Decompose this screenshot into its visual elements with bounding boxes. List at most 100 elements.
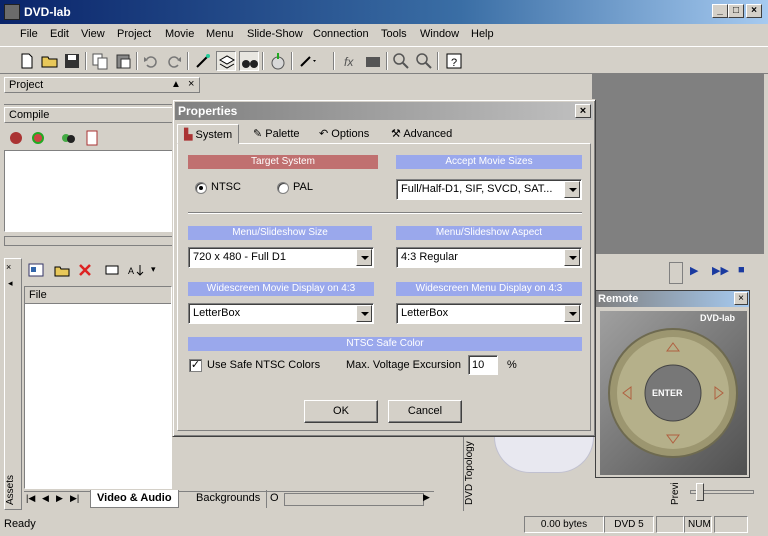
search-disc-icon[interactable] (60, 130, 76, 146)
chevron-down-icon[interactable] (356, 305, 372, 322)
menu-file[interactable]: File (20, 28, 38, 40)
ntsc-label[interactable]: NTSC (211, 181, 241, 193)
dialog-close-button[interactable]: × (575, 104, 591, 118)
tab-palette[interactable]: ✎ Palette (247, 124, 306, 144)
menu-window[interactable]: Window (420, 28, 459, 40)
tab-options[interactable]: ↶ Options (313, 124, 375, 144)
menu-help[interactable]: Help (471, 28, 494, 40)
menu-connection[interactable]: Connection (313, 28, 369, 40)
horizontal-scrollbar[interactable] (284, 493, 424, 506)
tab-backgrounds[interactable]: Backgrounds (190, 490, 268, 508)
widescreen-movie-header: Widescreen Movie Display on 4:3 (188, 282, 374, 296)
fx-icon[interactable]: fx (340, 51, 360, 71)
minimize-button[interactable]: _ (712, 4, 728, 18)
svg-text:?: ? (451, 57, 457, 69)
menu-project[interactable]: Project (117, 28, 151, 40)
film-settings-icon[interactable] (363, 51, 383, 71)
assets-sort-icon[interactable]: A (128, 262, 148, 278)
fast-forward-icon[interactable]: ▶▶ (712, 264, 729, 277)
assets-sort-dropdown-icon[interactable]: ▾ (151, 264, 156, 275)
tab-video-audio[interactable]: Video & Audio (90, 490, 179, 508)
toolbar: fx ? (0, 46, 768, 74)
wand-dropdown-icon[interactable] (298, 51, 318, 71)
menu-view[interactable]: View (81, 28, 105, 40)
assets-vertical-label: Assets (5, 474, 16, 505)
ntsc-radio[interactable] (195, 182, 207, 194)
scroll-right-icon[interactable]: ▶ (423, 492, 430, 503)
dialog-divider (188, 212, 582, 214)
copy-icon[interactable] (90, 51, 110, 71)
widescreen-menu-select[interactable]: LetterBox (396, 303, 582, 324)
chevron-down-icon[interactable] (356, 249, 372, 266)
widescreen-movie-select[interactable]: LetterBox (188, 303, 374, 324)
tab-first-icon[interactable]: |◀ (26, 493, 35, 504)
remote-body: DVD-lab ENTER (600, 311, 747, 475)
assets-import-icon[interactable] (104, 262, 120, 278)
tab-advanced[interactable]: ⚒ Advanced (385, 124, 458, 144)
app-icon (4, 4, 20, 20)
play-icon[interactable]: ▶ (690, 264, 698, 277)
panel-dropdown-icon[interactable]: ▲ (171, 79, 181, 90)
menu-slideshow-aspect-select[interactable]: 4:3 Regular (396, 247, 582, 268)
menu-slideshow-aspect-value: 4:3 Regular (401, 251, 458, 263)
report-icon[interactable] (84, 130, 100, 146)
magic-wand-icon[interactable] (193, 51, 213, 71)
pal-radio[interactable] (277, 182, 289, 194)
tab-system-label: System (195, 129, 233, 141)
tab-last-icon[interactable]: ▶| (70, 493, 79, 504)
safe-ntsc-checkbox[interactable]: ✓ (189, 359, 202, 372)
undo-icon[interactable] (141, 51, 161, 71)
chevron-down-icon[interactable] (564, 249, 580, 266)
redo-icon[interactable] (164, 51, 184, 71)
layers-icon[interactable] (216, 51, 236, 71)
accept-movie-sizes-select[interactable]: Full/Half-D1, SIF, SVCD, SAT... (396, 179, 582, 200)
tab-next-icon[interactable]: ▶ (56, 493, 63, 504)
tab-prev-icon[interactable]: ◀ (42, 493, 49, 504)
safe-ntsc-label[interactable]: Use Safe NTSC Colors (207, 359, 320, 371)
tab-system[interactable]: ▙ System (177, 124, 240, 144)
voltage-input[interactable]: 10 (468, 355, 498, 375)
record-icon[interactable] (30, 130, 46, 146)
assets-close-icon[interactable]: × (6, 262, 11, 272)
menu-edit[interactable]: Edit (50, 28, 69, 40)
menu-tools[interactable]: Tools (381, 28, 407, 40)
new-file-icon[interactable] (17, 51, 37, 71)
menu-slideshow[interactable]: Slide-Show (247, 28, 303, 40)
ok-button[interactable]: OK (304, 400, 378, 423)
pal-label[interactable]: PAL (293, 181, 313, 193)
cancel-button[interactable]: Cancel (388, 400, 462, 423)
close-button[interactable]: × (746, 4, 762, 18)
tab-other[interactable]: O (264, 490, 285, 508)
preview-slider-thumb[interactable] (696, 483, 704, 501)
status-disc-size[interactable]: DVD 5 (604, 516, 654, 533)
seek-slider[interactable] (669, 262, 683, 284)
assets-list[interactable] (24, 286, 172, 489)
chevron-down-icon[interactable] (564, 181, 580, 198)
remote-enter-button[interactable]: ENTER (652, 388, 683, 398)
assets-delete-icon[interactable] (77, 262, 93, 278)
chevron-down-icon[interactable] (564, 305, 580, 322)
disc-burn-icon[interactable] (268, 51, 288, 71)
zoom-out-icon[interactable] (414, 51, 434, 71)
assets-arrow-icon[interactable]: ◂ (8, 278, 13, 289)
panel-close-icon[interactable]: × (188, 78, 194, 90)
help-icon[interactable]: ? (444, 51, 464, 71)
save-icon[interactable] (62, 51, 82, 71)
assets-view-icon[interactable] (28, 262, 44, 278)
menu-movie[interactable]: Movie (165, 28, 194, 40)
menu-slideshow-size-select[interactable]: 720 x 480 - Full D1 (188, 247, 374, 268)
binoculars-icon[interactable] (239, 51, 259, 71)
paste-icon[interactable] (113, 51, 133, 71)
open-folder-icon[interactable] (40, 51, 60, 71)
assets-side-bar (4, 258, 22, 510)
remote-brand: DVD-lab (700, 313, 736, 323)
maximize-button[interactable]: □ (728, 4, 744, 18)
compile-tool-icon[interactable] (8, 130, 24, 146)
zoom-in-icon[interactable] (391, 51, 411, 71)
assets-open-icon[interactable] (54, 262, 70, 278)
stop-icon[interactable]: ■ (738, 264, 745, 276)
workspace-area (592, 74, 764, 254)
remote-close-button[interactable]: × (734, 292, 748, 305)
file-column-header[interactable]: File (25, 287, 171, 304)
menu-menu[interactable]: Menu (206, 28, 234, 40)
